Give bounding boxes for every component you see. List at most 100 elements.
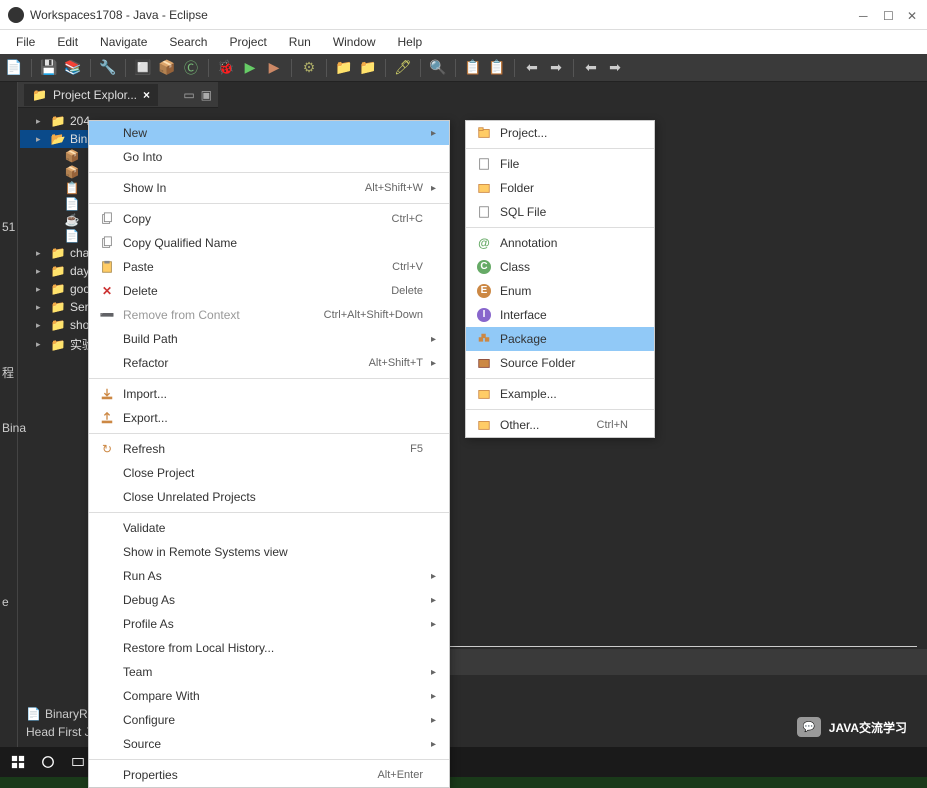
menu-item-configure[interactable]: Configure▸ [89,708,449,732]
menu-item-build-path[interactable]: Build Path▸ [89,327,449,351]
menu-item-compare-with[interactable]: Compare With▸ [89,684,449,708]
folder-icon: 📁 [50,115,66,127]
menu-item-validate[interactable]: Validate [89,516,449,540]
menu-item-interface[interactable]: IInterface [466,303,654,327]
run-icon[interactable]: ▶ [240,58,260,78]
project-icon [474,125,494,141]
menu-item-source-folder[interactable]: Source Folder [466,351,654,375]
menu-item-project-[interactable]: Project... [466,121,654,145]
menu-item-close-unrelated-projects[interactable]: Close Unrelated Projects [89,485,449,509]
run-last-icon[interactable]: ▶ [264,58,284,78]
menu-item-folder[interactable]: Folder [466,176,654,200]
new-icon[interactable]: 📄 [4,58,24,78]
menu-item-class[interactable]: CClass [466,255,654,279]
menu-item-close-project[interactable]: Close Project [89,461,449,485]
maximize-panel-icon[interactable]: ▣ [201,88,212,102]
close-button[interactable]: ✕ [907,9,919,21]
class-icon[interactable]: Ⓒ [181,58,201,78]
nav-icon[interactable]: 📋 [463,58,483,78]
minimize-panel-icon[interactable]: ▭ [183,88,194,102]
menu-item-other-[interactable]: Other...Ctrl+N [466,413,654,437]
folder-icon: 📁 [50,283,66,295]
blank-icon [97,465,117,481]
other-icon [474,417,494,433]
back-icon[interactable]: ⬅ [522,58,542,78]
collapse-icon[interactable]: ⬅ [581,58,601,78]
debug-icon[interactable]: 🐞 [216,58,236,78]
menu-item-show-in-remote-systems-view[interactable]: Show in Remote Systems view [89,540,449,564]
menu-item-new[interactable]: New▸ [89,121,449,145]
folder-icon: 📁 [50,247,66,259]
menu-separator [89,759,449,760]
tool-icon[interactable]: 🔧 [98,58,118,78]
menu-item-copy[interactable]: CopyCtrl+C [89,207,449,231]
menu-window[interactable]: Window [323,32,386,52]
menu-item-import-[interactable]: Import... [89,382,449,406]
menu-item-paste[interactable]: PasteCtrl+V [89,255,449,279]
menu-project[interactable]: Project [219,32,276,52]
menu-item-enum[interactable]: EEnum [466,279,654,303]
search-icon[interactable]: 🔍 [428,58,448,78]
menu-help[interactable]: Help [388,32,433,52]
new-class-icon[interactable]: 📁 [358,58,378,78]
menu-run[interactable]: Run [279,32,321,52]
menu-item-restore-from-local-history-[interactable]: Restore from Local History... [89,636,449,660]
close-icon[interactable]: × [143,88,150,102]
folder-icon: 📁 [32,88,47,102]
menu-search[interactable]: Search [159,32,217,52]
title-bar: Workspaces1708 - Java - Eclipse ─ ☐ ✕ [0,0,927,30]
menu-separator [89,172,449,173]
menu-file[interactable]: File [6,32,45,52]
maximize-button[interactable]: ☐ [883,9,895,21]
blank-icon [97,767,117,783]
panel-header: 📁 Project Explor... × ▭ ▣ [18,82,218,108]
menu-item-debug-as[interactable]: Debug As▸ [89,588,449,612]
menu-item-team[interactable]: Team▸ [89,660,449,684]
bottom-item-1[interactable]: 📄 BinaryR [20,705,97,723]
perspective-icon[interactable]: 🔲 [133,58,153,78]
menu-item-profile-as[interactable]: Profile As▸ [89,612,449,636]
package-icon[interactable]: 📦 [157,58,177,78]
menu-item-refactor[interactable]: RefactorAlt+Shift+T▸ [89,351,449,375]
panel-title: Project Explor... [53,88,137,102]
menu-item-copy-qualified-name[interactable]: Copy Qualified Name [89,231,449,255]
annotation-icon: @ [474,235,494,251]
menu-item-show-in[interactable]: Show InAlt+Shift+W▸ [89,176,449,200]
cortana-icon[interactable] [34,749,62,775]
menu-item-example-[interactable]: Example... [466,382,654,406]
menu-item-file[interactable]: File [466,152,654,176]
folder-icon [474,180,494,196]
blank-icon [97,544,117,560]
expand-icon[interactable]: ➡ [605,58,625,78]
nav2-icon[interactable]: 📋 [487,58,507,78]
menu-separator [89,203,449,204]
bottom-item-2[interactable]: Head First J [20,723,97,741]
menu-edit[interactable]: Edit [47,32,88,52]
forward-icon[interactable]: ➡ [546,58,566,78]
menu-item-delete[interactable]: ✕DeleteDelete [89,279,449,303]
paste-icon [97,259,117,275]
save-all-icon[interactable]: 📚 [63,58,83,78]
menu-item-source[interactable]: Source▸ [89,732,449,756]
menu-item-properties[interactable]: PropertiesAlt+Enter [89,763,449,787]
file-full-icon: 📋 [64,182,80,194]
copy-q-icon [97,235,117,251]
menu-item-refresh[interactable]: ↻RefreshF5 [89,437,449,461]
wand-icon[interactable]: 🖊 [393,58,413,78]
new-pkg-icon[interactable]: 📁 [334,58,354,78]
menu-item-go-into[interactable]: Go Into [89,145,449,169]
save-icon[interactable]: 💾 [39,58,59,78]
menu-item-package[interactable]: Package [466,327,654,351]
context-menu: New▸Go Into Show InAlt+Shift+W▸ CopyCtrl+C… [88,120,450,788]
menu-item-annotation[interactable]: @Annotation [466,231,654,255]
menu-item-sql-file[interactable]: SQL File [466,200,654,224]
server-icon[interactable]: ⚙ [299,58,319,78]
blank-icon [97,520,117,536]
panel-tab[interactable]: 📁 Project Explor... × [24,84,158,106]
menu-navigate[interactable]: Navigate [90,32,157,52]
menu-item-run-as[interactable]: Run As▸ [89,564,449,588]
folder-icon: 📁 [50,265,66,277]
start-button[interactable] [4,749,32,775]
menu-item-export-[interactable]: Export... [89,406,449,430]
minimize-button[interactable]: ─ [859,9,871,21]
